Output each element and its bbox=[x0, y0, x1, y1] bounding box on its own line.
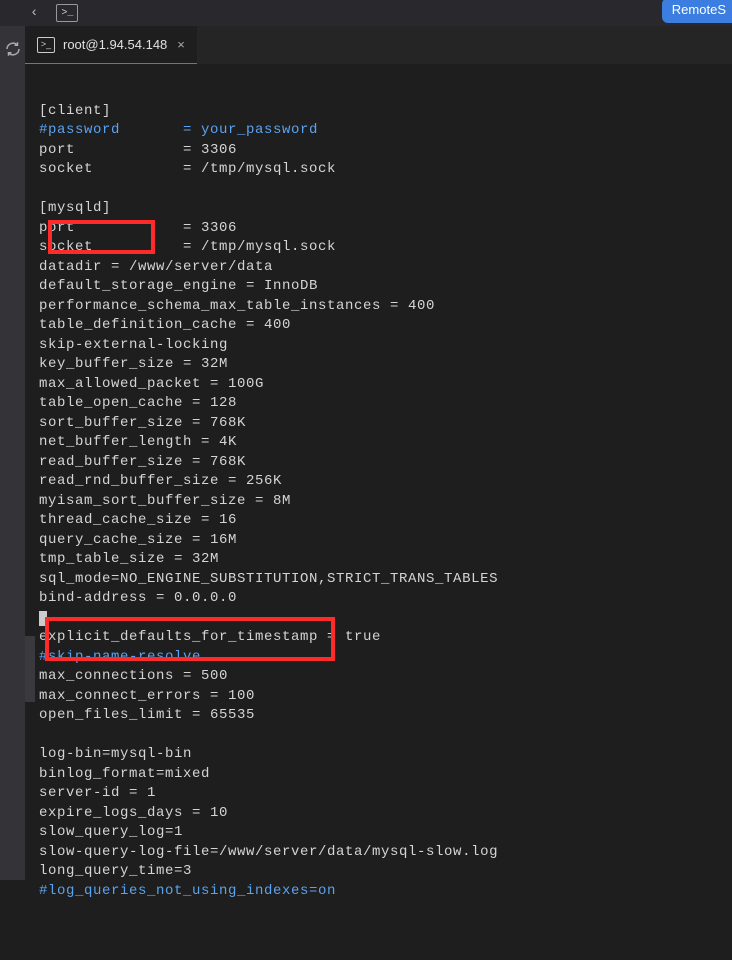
cfg-line: open_files_limit = 65535 bbox=[39, 707, 255, 723]
cfg-line: slow_query_log=1 bbox=[39, 824, 183, 840]
editor-area: >_ root@1.94.54.148 × [client] #password… bbox=[25, 26, 732, 880]
tab-terminal[interactable]: >_ root@1.94.54.148 × bbox=[25, 26, 197, 64]
cfg-line: [client] bbox=[39, 103, 111, 119]
cfg-line: #skip-name-resolve bbox=[39, 649, 201, 665]
cfg-line: expire_logs_days = 10 bbox=[39, 805, 228, 821]
cfg-line: net_buffer_length = 4K bbox=[39, 434, 237, 450]
terminal-icon: >_ bbox=[37, 37, 55, 53]
text-cursor bbox=[39, 611, 47, 626]
cfg-line: thread_cache_size = 16 bbox=[39, 512, 237, 528]
cfg-line: socket = /tmp/mysql.sock bbox=[39, 239, 336, 255]
cfg-line: myisam_sort_buffer_size = 8M bbox=[39, 493, 291, 509]
cfg-line: [mysqld] bbox=[39, 200, 111, 216]
cfg-line: bind-address = 0.0.0.0 bbox=[39, 590, 237, 606]
cfg-line: binlog_format=mixed bbox=[39, 766, 210, 782]
cfg-line: slow-query-log-file=/www/server/data/mys… bbox=[39, 844, 498, 860]
terminal-icon[interactable]: >_ bbox=[56, 4, 78, 22]
cfg-line: tmp_table_size = 32M bbox=[39, 551, 219, 567]
cfg-line: sql_mode=NO_ENGINE_SUBSTITUTION,STRICT_T… bbox=[39, 571, 498, 587]
tab-title: root@1.94.54.148 bbox=[63, 37, 167, 52]
cfg-line: default_storage_engine = InnoDB bbox=[39, 278, 318, 294]
cfg-line: datadir = /www/server/data bbox=[39, 259, 273, 275]
cfg-line: max_allowed_packet = 100G bbox=[39, 376, 264, 392]
cfg-line: #log_queries_not_using_indexes=on bbox=[39, 883, 336, 899]
cfg-line: key_buffer_size = 32M bbox=[39, 356, 228, 372]
cfg-line: explicit_defaults_for_timestamp = true bbox=[39, 629, 381, 645]
cfg-line: table_open_cache = 128 bbox=[39, 395, 237, 411]
cfg-line: max_connect_errors = 100 bbox=[39, 688, 255, 704]
cfg-line: port = 3306 bbox=[39, 142, 237, 158]
cfg-line: long_query_time=3 bbox=[39, 863, 192, 879]
titlebar: ‹ >_ RemoteS bbox=[0, 0, 732, 26]
cfg-line: read_buffer_size = 768K bbox=[39, 454, 246, 470]
cfg-line: port = 3306 bbox=[39, 220, 237, 236]
cfg-line: skip-external-locking bbox=[39, 337, 228, 353]
cfg-line: read_rnd_buffer_size = 256K bbox=[39, 473, 282, 489]
cfg-line: #password = your_password bbox=[39, 122, 318, 138]
activity-bar bbox=[0, 26, 25, 880]
editor-content[interactable]: [client] #password = your_password port … bbox=[25, 64, 732, 960]
cfg-line: max_connections = 500 bbox=[39, 668, 228, 684]
remote-button[interactable]: RemoteS bbox=[662, 0, 732, 23]
cfg-line: log-bin=mysql-bin bbox=[39, 746, 192, 762]
cfg-line: socket = /tmp/mysql.sock bbox=[39, 161, 336, 177]
cfg-line: performance_schema_max_table_instances =… bbox=[39, 298, 435, 314]
refresh-icon[interactable] bbox=[4, 40, 22, 58]
chevron-left-icon[interactable]: ‹ bbox=[30, 5, 38, 21]
cfg-line: query_cache_size = 16M bbox=[39, 532, 237, 548]
cfg-line: server-id = 1 bbox=[39, 785, 156, 801]
tab-bar: >_ root@1.94.54.148 × bbox=[25, 26, 732, 64]
cfg-line: table_definition_cache = 400 bbox=[39, 317, 291, 333]
close-icon[interactable]: × bbox=[177, 37, 185, 52]
cfg-line: sort_buffer_size = 768K bbox=[39, 415, 246, 431]
